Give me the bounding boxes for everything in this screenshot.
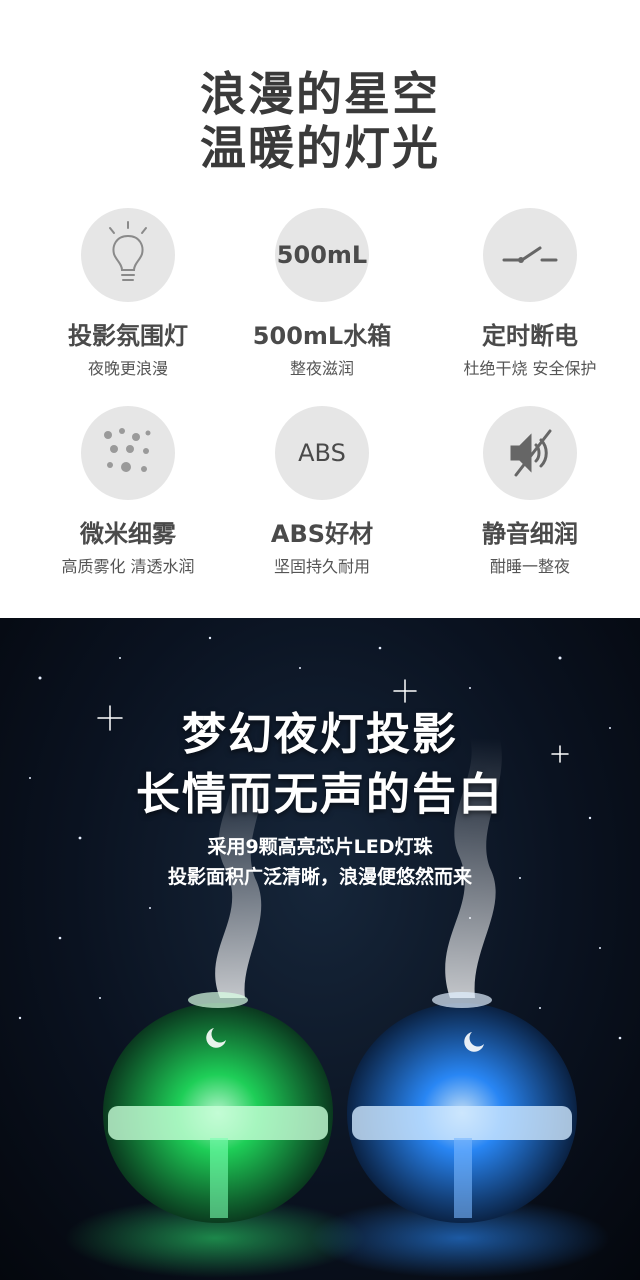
capacity-icon: 500mL bbox=[275, 208, 369, 302]
feature-timer-off: 定时断电 杜绝干烧 安全保护 bbox=[430, 208, 630, 379]
mist-dots-icon bbox=[81, 406, 175, 500]
feature-abs-material: ABS ABS好材 坚固持久耐用 bbox=[222, 406, 422, 577]
feature-projection-light: 投影氛围灯 夜晚更浪漫 bbox=[28, 208, 228, 379]
feature-title: ABS好材 bbox=[270, 520, 374, 548]
banner-title-2: 长情而无声的告白 bbox=[136, 769, 504, 820]
banner-title-1: 梦幻夜灯投影 bbox=[182, 709, 458, 760]
feature-subtitle: 酣睡一整夜 bbox=[489, 557, 570, 576]
feature-title: 定时断电 bbox=[482, 322, 578, 350]
feature-subtitle: 高质雾化 清透水润 bbox=[61, 557, 195, 576]
banner-desc-2: 投影面积广泛清晰，浪漫便悠然而来 bbox=[167, 866, 472, 888]
mute-speaker-icon bbox=[483, 406, 577, 500]
feature-subtitle: 坚固持久耐用 bbox=[273, 557, 370, 576]
features-section: 浪漫的星空 温暖的灯光 投影氛围灯 夜晚更浪漫 500mL 500mL水箱 整夜… bbox=[0, 0, 640, 618]
headline-line-2: 温暖的灯光 bbox=[200, 121, 440, 175]
abs-icon: ABS bbox=[275, 406, 369, 500]
lightbulb-icon bbox=[81, 208, 175, 302]
feature-title: 投影氛围灯 bbox=[68, 322, 188, 350]
abs-badge: ABS bbox=[298, 439, 346, 467]
feature-subtitle: 整夜滋润 bbox=[289, 359, 354, 378]
feature-water-tank: 500mL 500mL水箱 整夜滋润 bbox=[222, 208, 422, 379]
switch-icon bbox=[483, 208, 577, 302]
banner-desc-1: 采用9颗高亮芯片LED灯珠 bbox=[207, 836, 433, 858]
feature-title: 微米细雾 bbox=[80, 520, 176, 548]
feature-micro-mist: 微米细雾 高质雾化 清透水润 bbox=[28, 406, 228, 577]
capacity-badge: 500mL bbox=[276, 241, 368, 269]
feature-subtitle: 夜晚更浪漫 bbox=[87, 359, 168, 378]
night-light-banner: 梦幻夜灯投影 长情而无声的告白 采用9颗高亮芯片LED灯珠 投影面积广泛清晰，浪… bbox=[0, 618, 640, 1280]
feature-silent: 静音细润 酣睡一整夜 bbox=[430, 406, 630, 577]
feature-subtitle: 杜绝干烧 安全保护 bbox=[463, 359, 597, 378]
feature-title: 500mL水箱 bbox=[252, 322, 392, 350]
feature-title: 静音细润 bbox=[482, 520, 578, 548]
